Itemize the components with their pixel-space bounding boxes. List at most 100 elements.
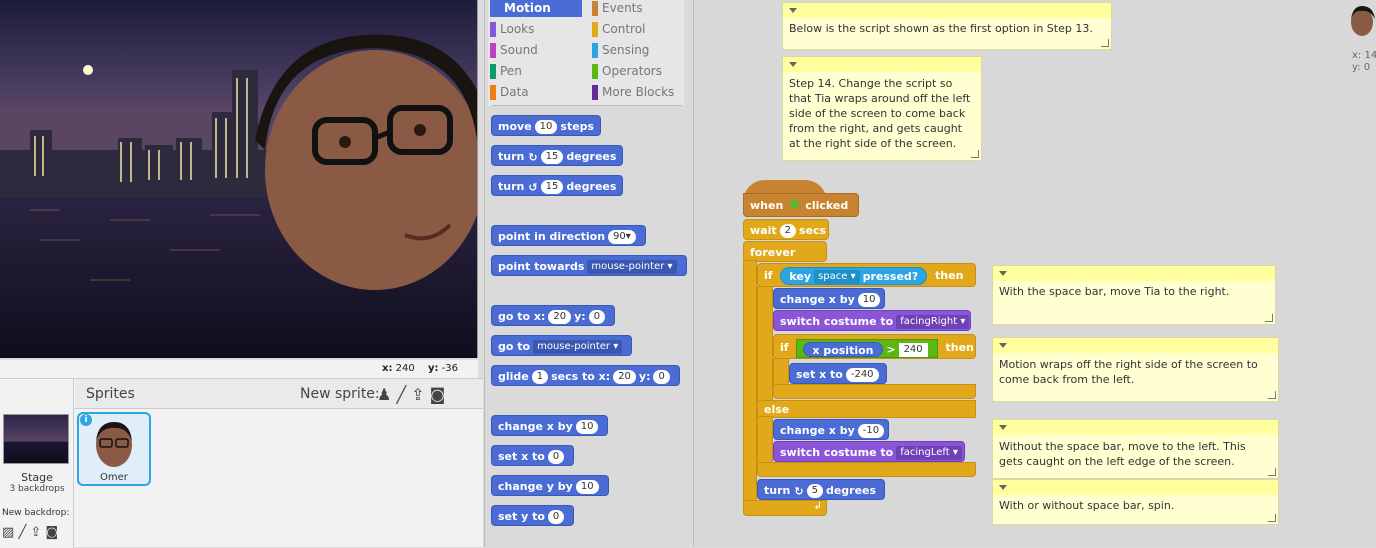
switch-costume-block-2[interactable]: switch costume to facingLeft ▾ bbox=[773, 441, 965, 462]
loop-arrow-icon: ↲ bbox=[813, 501, 822, 512]
if-else-block[interactable]: if key space ▾ pressed? then bbox=[757, 263, 976, 287]
mouse-y-value: -36 bbox=[441, 363, 458, 374]
category-looks[interactable]: Looks bbox=[490, 21, 582, 38]
palette-turn-ccw-block[interactable]: turn ↺ 15 degrees bbox=[491, 175, 624, 196]
goto-x-input[interactable]: 20 bbox=[548, 310, 572, 324]
x-position-reporter[interactable]: x position bbox=[803, 342, 883, 357]
category-label: Data bbox=[500, 85, 529, 99]
comment-note-2[interactable]: Step 14. Change the script so that Tia w… bbox=[782, 56, 982, 161]
turn-ccw-degrees-input[interactable]: 15 bbox=[540, 180, 564, 194]
stage-coordinates: x: 240 y: -36 bbox=[0, 360, 478, 378]
category-label: Events bbox=[602, 1, 643, 15]
set-x-input[interactable]: -240 bbox=[845, 368, 879, 382]
key-dropdown[interactable]: space ▾ bbox=[814, 270, 860, 284]
turn-degrees-input[interactable]: 5 bbox=[806, 484, 823, 498]
category-sound[interactable]: Sound bbox=[490, 42, 582, 59]
upload-icon[interactable]: ⇪ bbox=[30, 525, 41, 540]
palette-set-y-block[interactable]: set y to 0 bbox=[491, 505, 575, 526]
glide-y-input[interactable]: 0 bbox=[653, 370, 670, 384]
category-more-blocks[interactable]: More Blocks bbox=[592, 84, 684, 101]
category-data[interactable]: Data bbox=[490, 84, 582, 101]
comment-note-4[interactable]: Motion wraps off the right side of the s… bbox=[992, 337, 1279, 402]
move-steps-input[interactable]: 10 bbox=[534, 120, 558, 134]
category-label: Operators bbox=[602, 64, 662, 78]
glide-secs-input[interactable]: 1 bbox=[531, 370, 549, 384]
set-x-block[interactable]: set x to -240 bbox=[789, 363, 887, 384]
upload-icon[interactable]: ⇪ bbox=[411, 385, 424, 404]
stage[interactable] bbox=[0, 0, 478, 358]
category-color-bar bbox=[490, 64, 496, 79]
change-y-input[interactable]: 10 bbox=[575, 480, 599, 494]
comment-text: With or without space bar, spin. bbox=[999, 499, 1175, 512]
category-label: Control bbox=[602, 22, 646, 36]
category-color-bar bbox=[490, 1, 496, 16]
greater-than-input[interactable]: 240 bbox=[898, 342, 928, 357]
greater-than-block[interactable]: x position >240 bbox=[796, 338, 938, 358]
category-color-bar bbox=[592, 43, 598, 58]
change-x-input[interactable]: 10 bbox=[575, 420, 599, 434]
goto-y-input[interactable]: 0 bbox=[588, 310, 606, 324]
key-pressed-block[interactable]: key space ▾ pressed? bbox=[780, 267, 928, 285]
change-x-block-1[interactable]: change x by 10 bbox=[773, 288, 885, 309]
palette-change-y-block[interactable]: change y by 10 bbox=[491, 475, 609, 496]
palette-point-towards-block[interactable]: point towards mouse-pointer ▾ bbox=[491, 255, 687, 276]
comment-note-3[interactable]: With the space bar, move Tia to the righ… bbox=[992, 265, 1276, 325]
sprite-name: Omer bbox=[100, 472, 128, 483]
sprite-library-icon[interactable]: ♟ bbox=[377, 385, 391, 404]
comment-note-5[interactable]: Without the space bar, move to the left.… bbox=[992, 419, 1279, 479]
wait-block[interactable]: wait 2 secs bbox=[743, 219, 829, 240]
palette-point-direction-block[interactable]: point in direction 90▾ bbox=[491, 225, 646, 246]
category-color-bar bbox=[490, 85, 496, 100]
if-block[interactable]: if x position >240 then bbox=[773, 334, 976, 359]
comment-note-6[interactable]: With or without space bar, spin. bbox=[992, 479, 1279, 525]
costume-dropdown-1[interactable]: facingRight ▾ bbox=[896, 315, 970, 329]
backdrop-library-icon[interactable]: ▨ bbox=[2, 525, 14, 540]
forever-block[interactable]: forever bbox=[743, 241, 827, 262]
category-control[interactable]: Control bbox=[592, 21, 684, 38]
set-x-input[interactable]: 0 bbox=[547, 450, 565, 464]
category-events[interactable]: Events bbox=[592, 0, 684, 17]
costume-dropdown-2[interactable]: facingLeft ▾ bbox=[896, 446, 962, 460]
stage-thumbnail[interactable] bbox=[3, 414, 69, 464]
change-x-input-2[interactable]: -10 bbox=[857, 424, 885, 438]
glide-x-input[interactable]: 20 bbox=[613, 370, 636, 384]
when-flag-clicked-block[interactable]: when ⚑ clicked bbox=[743, 193, 859, 217]
category-motion[interactable]: Motion bbox=[490, 0, 582, 17]
switch-costume-block-1[interactable]: switch costume to facingRight ▾ bbox=[773, 310, 971, 331]
change-x-input-1[interactable]: 10 bbox=[857, 293, 881, 307]
turn-block[interactable]: turn ↻ 5 degrees bbox=[757, 479, 885, 500]
category-color-bar bbox=[592, 1, 598, 16]
palette-set-x-block[interactable]: set x to 0 bbox=[491, 445, 575, 466]
sprite-pane: Stage 3 backdrops New backdrop: ▨ ╱ ⇪ ◙ … bbox=[0, 378, 483, 548]
palette-goto-xy-block[interactable]: go to x: 20 y: 0 bbox=[491, 305, 616, 326]
camera-icon[interactable]: ◙ bbox=[430, 385, 446, 404]
point-towards-dropdown[interactable]: mouse-pointer ▾ bbox=[587, 260, 677, 274]
palette-goto-block[interactable]: go to mouse-pointer ▾ bbox=[491, 335, 633, 356]
category-pen[interactable]: Pen bbox=[490, 63, 582, 80]
comment-text: Below is the script shown as the first o… bbox=[789, 22, 1093, 35]
direction-input[interactable]: 90▾ bbox=[608, 230, 636, 244]
category-color-bar bbox=[592, 22, 598, 37]
paint-brush-icon[interactable]: ╱ bbox=[18, 525, 26, 540]
paint-brush-icon[interactable]: ╱ bbox=[396, 385, 406, 404]
palette-glide-block[interactable]: glide 1 secs to x: 20 y: 0 bbox=[491, 365, 680, 386]
mouse-x-value: 240 bbox=[395, 363, 415, 374]
set-y-input[interactable]: 0 bbox=[547, 510, 565, 524]
category-operators[interactable]: Operators bbox=[592, 63, 684, 80]
sprite-omer-on-stage[interactable] bbox=[245, 30, 478, 290]
else-arm bbox=[757, 416, 773, 466]
category-label: Motion bbox=[504, 1, 551, 15]
palette-turn-cw-block[interactable]: turn ↻ 15 degrees bbox=[491, 145, 624, 166]
turn-cw-degrees-input[interactable]: 15 bbox=[540, 150, 564, 164]
palette-move-block[interactable]: move 10 steps bbox=[491, 115, 602, 136]
camera-icon[interactable]: ◙ bbox=[45, 525, 58, 540]
change-x-block-2[interactable]: change x by -10 bbox=[773, 419, 889, 440]
comment-note-1[interactable]: Below is the script shown as the first o… bbox=[782, 2, 1112, 50]
palette-change-x-block[interactable]: change x by 10 bbox=[491, 415, 609, 436]
turn-cw-icon: ↻ bbox=[794, 484, 804, 498]
wait-input[interactable]: 2 bbox=[779, 224, 796, 238]
goto-dropdown[interactable]: mouse-pointer ▾ bbox=[533, 340, 623, 354]
category-sensing[interactable]: Sensing bbox=[592, 42, 684, 59]
category-label: Sensing bbox=[602, 43, 650, 57]
sprite-tile-omer[interactable]: i Omer bbox=[77, 412, 151, 486]
